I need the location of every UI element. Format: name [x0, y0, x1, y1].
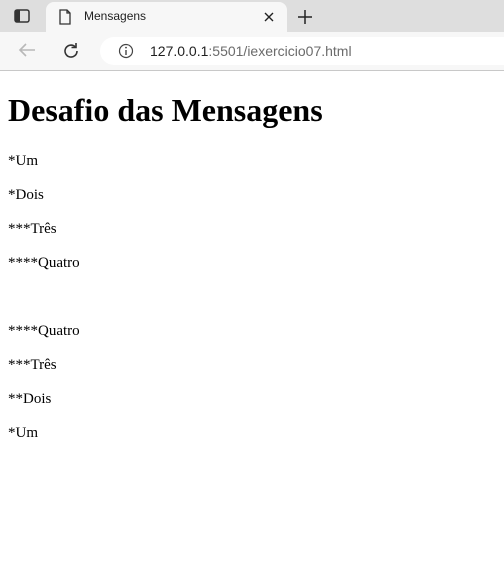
back-arrow-icon[interactable]	[18, 42, 36, 63]
message-line: *Dois	[8, 187, 44, 203]
message-line: ****Quatro	[8, 255, 80, 271]
tab-active[interactable]: Mensagens	[46, 2, 287, 32]
reload-icon[interactable]	[62, 42, 80, 65]
message-line: **Dois	[8, 391, 52, 407]
tab-title: Mensagens	[84, 9, 147, 23]
url-path: :5501/iexercicio07.html	[208, 43, 352, 59]
new-tab-icon[interactable]	[294, 6, 316, 28]
tab-strip: Mensagens	[0, 0, 504, 32]
page-content: Desafio das Mensagens *Um *Dois ***Três …	[8, 71, 498, 459]
address-bar[interactable]: 127.0.0.1:5501/iexercicio07.html	[100, 37, 504, 65]
site-info-icon[interactable]	[118, 43, 134, 64]
message-line: ***Três	[8, 221, 57, 237]
tab-actions-icon[interactable]	[12, 7, 32, 25]
url-host: 127.0.0.1	[150, 43, 209, 59]
toolbar: 127.0.0.1:5501/iexercicio07.html	[0, 32, 504, 71]
close-tab-icon[interactable]	[261, 9, 277, 25]
message-line: ***Três	[8, 357, 57, 373]
page-heading: Desafio das Mensagens	[8, 92, 323, 128]
message-line: ****Quatro	[8, 323, 80, 339]
url-text: 127.0.0.1:5501/iexercicio07.html	[150, 43, 352, 59]
page-icon	[58, 9, 72, 30]
browser-window: Mensagens 127.0.0.1:5501/iexercicio07.ht…	[0, 0, 504, 581]
message-line: *Um	[8, 425, 38, 441]
message-line: *Um	[8, 153, 38, 169]
